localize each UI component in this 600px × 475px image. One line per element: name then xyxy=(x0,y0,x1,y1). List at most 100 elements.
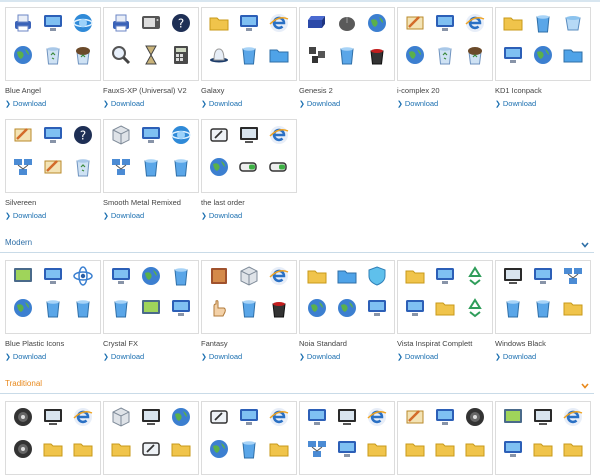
network-icon xyxy=(109,155,133,179)
recycle-bin-icon xyxy=(41,43,65,67)
download-label: Download xyxy=(110,99,145,108)
chevron-right-icon: ❯ xyxy=(397,101,403,108)
theme-preview-thumbnail[interactable] xyxy=(201,7,297,81)
recycle-bin-full-icon xyxy=(463,43,487,67)
printer-icon xyxy=(109,11,133,35)
theme-preview-thumbnail[interactable] xyxy=(103,119,199,193)
theme-preview-thumbnail[interactable] xyxy=(495,7,591,81)
theme-preview-thumbnail[interactable] xyxy=(5,401,101,475)
theme-preview-thumbnail[interactable] xyxy=(397,7,493,81)
theme-preview-thumbnail[interactable] xyxy=(299,7,395,81)
theme-name[interactable]: Galaxy xyxy=(201,86,297,96)
globe-icon xyxy=(11,43,35,67)
download-link[interactable]: ❯ Download xyxy=(201,352,297,363)
screen-icon xyxy=(139,296,163,320)
atom-icon xyxy=(71,264,95,288)
chevron-right-icon: ❯ xyxy=(397,354,403,361)
theme-preview-thumbnail[interactable] xyxy=(201,401,297,475)
ie-e-icon xyxy=(365,405,389,429)
theme-name[interactable]: KD1 Iconpack xyxy=(495,86,591,96)
download-link[interactable]: ❯ Download xyxy=(299,352,395,363)
theme-preview-thumbnail[interactable]: ? xyxy=(103,7,199,81)
theme-preview-thumbnail[interactable] xyxy=(299,260,395,334)
download-link[interactable]: ❯ Download xyxy=(103,352,199,363)
svg-text:?: ? xyxy=(178,17,184,31)
download-link[interactable]: ❯ Download xyxy=(201,211,297,222)
download-label: Download xyxy=(208,211,243,220)
download-link[interactable]: ❯ Download xyxy=(495,99,591,110)
download-link[interactable]: ❯ Download xyxy=(103,99,199,110)
help-orb-icon: ? xyxy=(169,11,193,35)
collapse-chevron-icon[interactable] xyxy=(580,237,590,248)
folder-icon xyxy=(365,437,389,461)
download-link[interactable]: ❯ Download xyxy=(103,211,199,222)
download-label: Download xyxy=(12,211,47,220)
theme-name[interactable]: Smooth Metal Remixed xyxy=(103,198,199,208)
recycle-bin-icon xyxy=(71,155,95,179)
folder-icon xyxy=(169,437,193,461)
theme-name[interactable]: the last order xyxy=(201,198,297,208)
download-link[interactable]: ❯ Download xyxy=(5,211,101,222)
settings-icon xyxy=(41,155,65,179)
chevron-right-icon: ❯ xyxy=(495,101,501,108)
theme-preview-thumbnail[interactable] xyxy=(299,401,395,475)
theme-preview-thumbnail[interactable] xyxy=(5,7,101,81)
collapse-chevron-icon[interactable] xyxy=(580,378,590,389)
theme-card xyxy=(5,401,101,475)
chevron-right-icon: ❯ xyxy=(201,213,207,220)
magnifier-icon xyxy=(109,43,133,67)
theme-card: ? FauxS-XP (Universal) V2 ❯ Download xyxy=(103,7,199,110)
theme-card: Blue Angel ❯ Download xyxy=(5,7,101,110)
theme-preview-thumbnail[interactable] xyxy=(397,260,493,334)
theme-name[interactable]: Blue Plastic Icons xyxy=(5,339,101,349)
theme-preview-thumbnail[interactable] xyxy=(5,260,101,334)
pipe-icon xyxy=(305,43,329,67)
theme-card: ? Silvereen ❯ Download xyxy=(5,119,101,222)
hourglass-icon xyxy=(139,43,163,67)
theme-preview-thumbnail[interactable] xyxy=(495,260,591,334)
theme-preview-thumbnail[interactable] xyxy=(201,119,297,193)
theme-name[interactable]: Genesis 2 xyxy=(299,86,395,96)
theme-name[interactable]: Blue Angel xyxy=(5,86,101,96)
mouse-icon xyxy=(335,11,359,35)
theme-preview-thumbnail[interactable] xyxy=(103,260,199,334)
monitor-icon xyxy=(41,264,65,288)
theme-preview-thumbnail[interactable]: ? xyxy=(5,119,101,193)
display-icon xyxy=(139,405,163,429)
download-link[interactable]: ❯ Download xyxy=(495,352,591,363)
monitor-icon xyxy=(531,264,555,288)
bin-icon xyxy=(531,11,555,35)
monitor-icon xyxy=(433,264,457,288)
folder-icon xyxy=(207,11,231,35)
theme-name[interactable]: Noia Standard xyxy=(299,339,395,349)
chevron-right-icon: ❯ xyxy=(495,354,501,361)
download-link[interactable]: ❯ Download xyxy=(397,352,493,363)
shield-icon xyxy=(365,264,389,288)
theme-name[interactable]: Crystal FX xyxy=(103,339,199,349)
download-link[interactable]: ❯ Download xyxy=(201,99,297,110)
theme-preview-thumbnail[interactable] xyxy=(103,401,199,475)
theme-name[interactable]: i-complex 20 xyxy=(397,86,493,96)
download-link[interactable]: ❯ Download xyxy=(5,99,101,110)
download-link[interactable]: ❯ Download xyxy=(299,99,395,110)
theme-preview-thumbnail[interactable] xyxy=(495,401,591,475)
monitor-icon xyxy=(237,405,261,429)
globe-icon xyxy=(169,405,193,429)
ie-globe-icon xyxy=(71,11,95,35)
theme-name[interactable]: Windows Black xyxy=(495,339,591,349)
download-link[interactable]: ❯ Download xyxy=(5,352,101,363)
recycle-bin-full-icon xyxy=(71,43,95,67)
recycle-icon xyxy=(463,296,487,320)
top-border xyxy=(0,0,600,2)
theme-name[interactable]: Fantasy xyxy=(201,339,297,349)
download-label: Download xyxy=(502,352,537,361)
help-orb-icon: ? xyxy=(71,123,95,147)
theme-name[interactable]: Vista Inspirat Complett xyxy=(397,339,493,349)
download-link[interactable]: ❯ Download xyxy=(397,99,493,110)
theme-card xyxy=(397,401,493,475)
theme-preview-thumbnail[interactable] xyxy=(397,401,493,475)
bin-icon xyxy=(41,296,65,320)
theme-name[interactable]: Silvereen xyxy=(5,198,101,208)
theme-preview-thumbnail[interactable] xyxy=(201,260,297,334)
theme-name[interactable]: FauxS-XP (Universal) V2 xyxy=(103,86,199,96)
